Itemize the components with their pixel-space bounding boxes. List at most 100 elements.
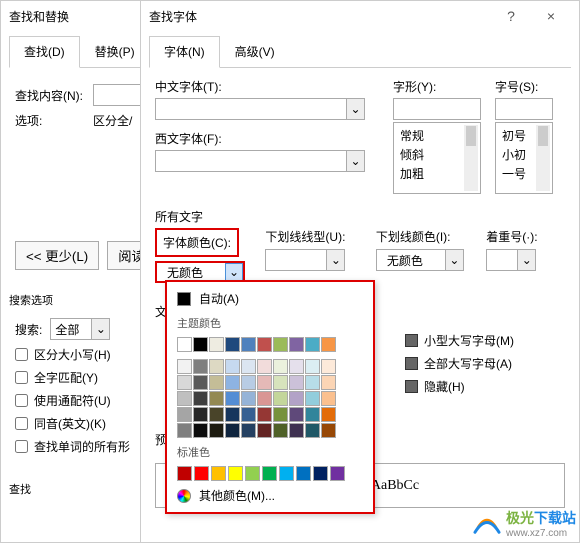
color-swatch[interactable] <box>273 359 288 374</box>
color-swatch[interactable] <box>273 391 288 406</box>
color-swatch[interactable] <box>273 423 288 438</box>
color-swatch[interactable] <box>193 407 208 422</box>
color-swatch[interactable] <box>177 466 192 481</box>
underline-color-combo[interactable]: 无颜色 ⌄ <box>376 249 464 271</box>
color-swatch[interactable] <box>177 375 192 390</box>
color-swatch[interactable] <box>193 423 208 438</box>
color-swatch[interactable] <box>194 466 209 481</box>
color-swatch[interactable] <box>209 359 224 374</box>
color-swatch[interactable] <box>209 423 224 438</box>
scrollbar[interactable] <box>464 125 478 191</box>
emphasis-combo[interactable]: ⌄ <box>486 249 536 271</box>
color-swatch[interactable] <box>241 337 256 352</box>
color-swatch[interactable] <box>305 359 320 374</box>
color-swatch[interactable] <box>289 359 304 374</box>
latin-font-combo[interactable]: ⌄ <box>155 150 365 172</box>
color-swatch[interactable] <box>313 466 328 481</box>
color-swatch[interactable] <box>193 375 208 390</box>
color-swatch[interactable] <box>257 407 272 422</box>
help-button[interactable]: ? <box>491 8 531 24</box>
color-swatch[interactable] <box>177 423 192 438</box>
color-swatch[interactable] <box>228 466 243 481</box>
color-swatch[interactable] <box>273 337 288 352</box>
color-swatch[interactable] <box>305 375 320 390</box>
tab-find[interactable]: 查找(D) <box>9 36 80 68</box>
style-option[interactable]: 加粗 <box>398 164 462 183</box>
color-swatch[interactable] <box>273 375 288 390</box>
color-swatch[interactable] <box>321 407 336 422</box>
chevron-down-icon[interactable]: ⌄ <box>517 250 535 270</box>
style-listbox[interactable]: 常规 倾斜 加粗 <box>393 122 481 194</box>
color-swatch[interactable] <box>273 407 288 422</box>
color-swatch[interactable] <box>177 359 192 374</box>
color-swatch[interactable] <box>225 407 240 422</box>
color-swatch[interactable] <box>241 375 256 390</box>
tab-font[interactable]: 字体(N) <box>149 36 220 68</box>
color-swatch[interactable] <box>330 466 345 481</box>
color-swatch[interactable] <box>177 337 192 352</box>
chevron-down-icon[interactable]: ⌄ <box>326 250 344 270</box>
color-swatch[interactable] <box>279 466 294 481</box>
color-swatch[interactable] <box>321 423 336 438</box>
homophone-checkbox[interactable] <box>15 417 28 430</box>
color-swatch[interactable] <box>321 391 336 406</box>
color-swatch[interactable] <box>289 375 304 390</box>
color-swatch[interactable] <box>225 337 240 352</box>
search-direction-combo[interactable]: 全部 ⌄ <box>50 318 110 340</box>
color-swatch[interactable] <box>193 391 208 406</box>
underline-style-combo[interactable]: ⌄ <box>265 249 345 271</box>
color-swatch[interactable] <box>257 337 272 352</box>
wildcard-checkbox[interactable] <box>15 394 28 407</box>
chevron-down-icon[interactable]: ⌄ <box>346 151 364 171</box>
color-swatch[interactable] <box>289 407 304 422</box>
color-swatch[interactable] <box>321 359 336 374</box>
chevron-down-icon[interactable]: ⌄ <box>91 319 109 339</box>
color-swatch[interactable] <box>305 391 320 406</box>
color-swatch[interactable] <box>257 423 272 438</box>
color-swatch[interactable] <box>296 466 311 481</box>
allcaps-checkbox[interactable] <box>405 357 418 370</box>
color-swatch[interactable] <box>241 359 256 374</box>
smallcaps-checkbox[interactable] <box>405 334 418 347</box>
color-swatch[interactable] <box>305 407 320 422</box>
color-swatch[interactable] <box>305 337 320 352</box>
color-swatch[interactable] <box>209 407 224 422</box>
size-input[interactable] <box>495 98 553 120</box>
size-option[interactable]: 一号 <box>500 164 534 183</box>
size-option[interactable]: 初号 <box>500 126 534 145</box>
more-colors-item[interactable]: 其他颜色(M)... <box>167 483 373 508</box>
size-option[interactable]: 小初 <box>500 145 534 164</box>
color-swatch[interactable] <box>209 337 224 352</box>
color-swatch[interactable] <box>193 337 208 352</box>
close-button[interactable]: × <box>531 8 571 24</box>
whole-word-checkbox[interactable] <box>15 371 28 384</box>
color-swatch[interactable] <box>211 466 226 481</box>
color-swatch[interactable] <box>289 391 304 406</box>
color-auto-item[interactable]: 自动(A) <box>167 286 373 311</box>
match-case-checkbox[interactable] <box>15 348 28 361</box>
color-swatch[interactable] <box>241 423 256 438</box>
color-swatch[interactable] <box>209 391 224 406</box>
cjk-font-combo[interactable]: ⌄ <box>155 98 365 120</box>
color-swatch[interactable] <box>209 375 224 390</box>
color-swatch[interactable] <box>257 375 272 390</box>
scrollbar[interactable] <box>536 125 550 191</box>
color-swatch[interactable] <box>305 423 320 438</box>
color-swatch[interactable] <box>225 359 240 374</box>
color-swatch[interactable] <box>225 391 240 406</box>
tab-advanced[interactable]: 高级(V) <box>220 36 290 67</box>
color-swatch[interactable] <box>241 407 256 422</box>
chevron-down-icon[interactable]: ⌄ <box>445 250 463 270</box>
color-swatch[interactable] <box>289 337 304 352</box>
color-swatch[interactable] <box>257 359 272 374</box>
chevron-down-icon[interactable]: ⌄ <box>225 263 243 281</box>
color-swatch[interactable] <box>321 375 336 390</box>
size-listbox[interactable]: 初号 小初 一号 <box>495 122 553 194</box>
color-swatch[interactable] <box>225 423 240 438</box>
chevron-down-icon[interactable]: ⌄ <box>346 99 364 119</box>
allforms-checkbox[interactable] <box>15 440 28 453</box>
color-swatch[interactable] <box>241 391 256 406</box>
color-swatch[interactable] <box>289 423 304 438</box>
style-input[interactable] <box>393 98 481 120</box>
color-swatch[interactable] <box>245 466 260 481</box>
